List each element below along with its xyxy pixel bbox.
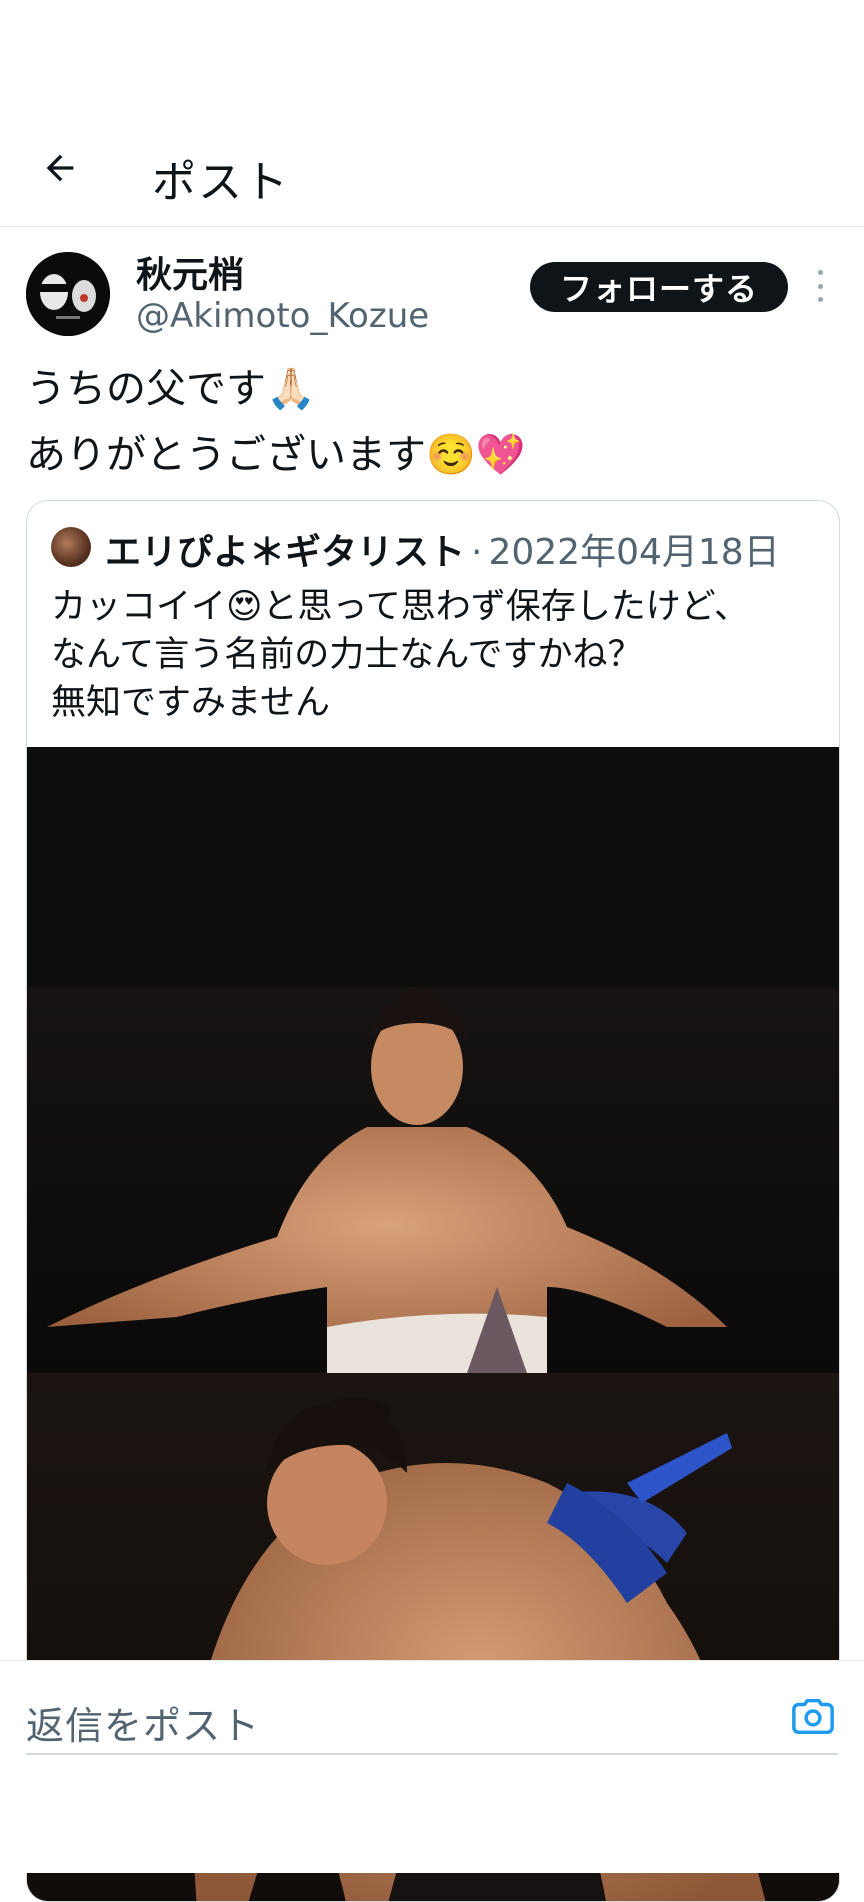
top-bar: ポスト [0, 110, 864, 227]
author-display-name[interactable]: 秋元梢 [136, 246, 244, 298]
camera-icon [792, 1698, 834, 1735]
reply-input[interactable]: 返信をポスト [26, 1689, 838, 1755]
quoted-header: エリぴよ＊ギタリスト · 2022年04月18日 [105, 523, 780, 575]
quoted-text: カッコイイ😍と思って思わず保存したけど、 なんて言う名前の力士なんですかね？ 無… [51, 587, 749, 723]
reply-bar: 返信をポスト [0, 1660, 864, 1873]
quoted-author-name: エリぴよ＊ギタリスト [105, 532, 466, 573]
camera-button[interactable] [790, 1693, 836, 1739]
avatar-image [26, 252, 110, 336]
author-handle[interactable]: @Akimoto_Kozue [136, 296, 429, 336]
arrow-left-icon [46, 154, 74, 182]
post-text: うちの父です🙏🏻 ありがとうございます☺️💖 [26, 366, 526, 478]
follow-button[interactable]: フォローする [530, 262, 788, 312]
quoted-separator: · [471, 532, 483, 573]
reply-placeholder: 返信をポスト [26, 1704, 261, 1748]
quoted-avatar[interactable] [51, 527, 91, 567]
avatar[interactable] [26, 252, 110, 336]
page-title: ポスト [152, 157, 290, 208]
sumo-photo-top [27, 987, 839, 1373]
quoted-date: 2022年04月18日 [488, 532, 780, 573]
more-vertical-icon[interactable] [808, 266, 832, 306]
back-button[interactable] [34, 142, 86, 194]
